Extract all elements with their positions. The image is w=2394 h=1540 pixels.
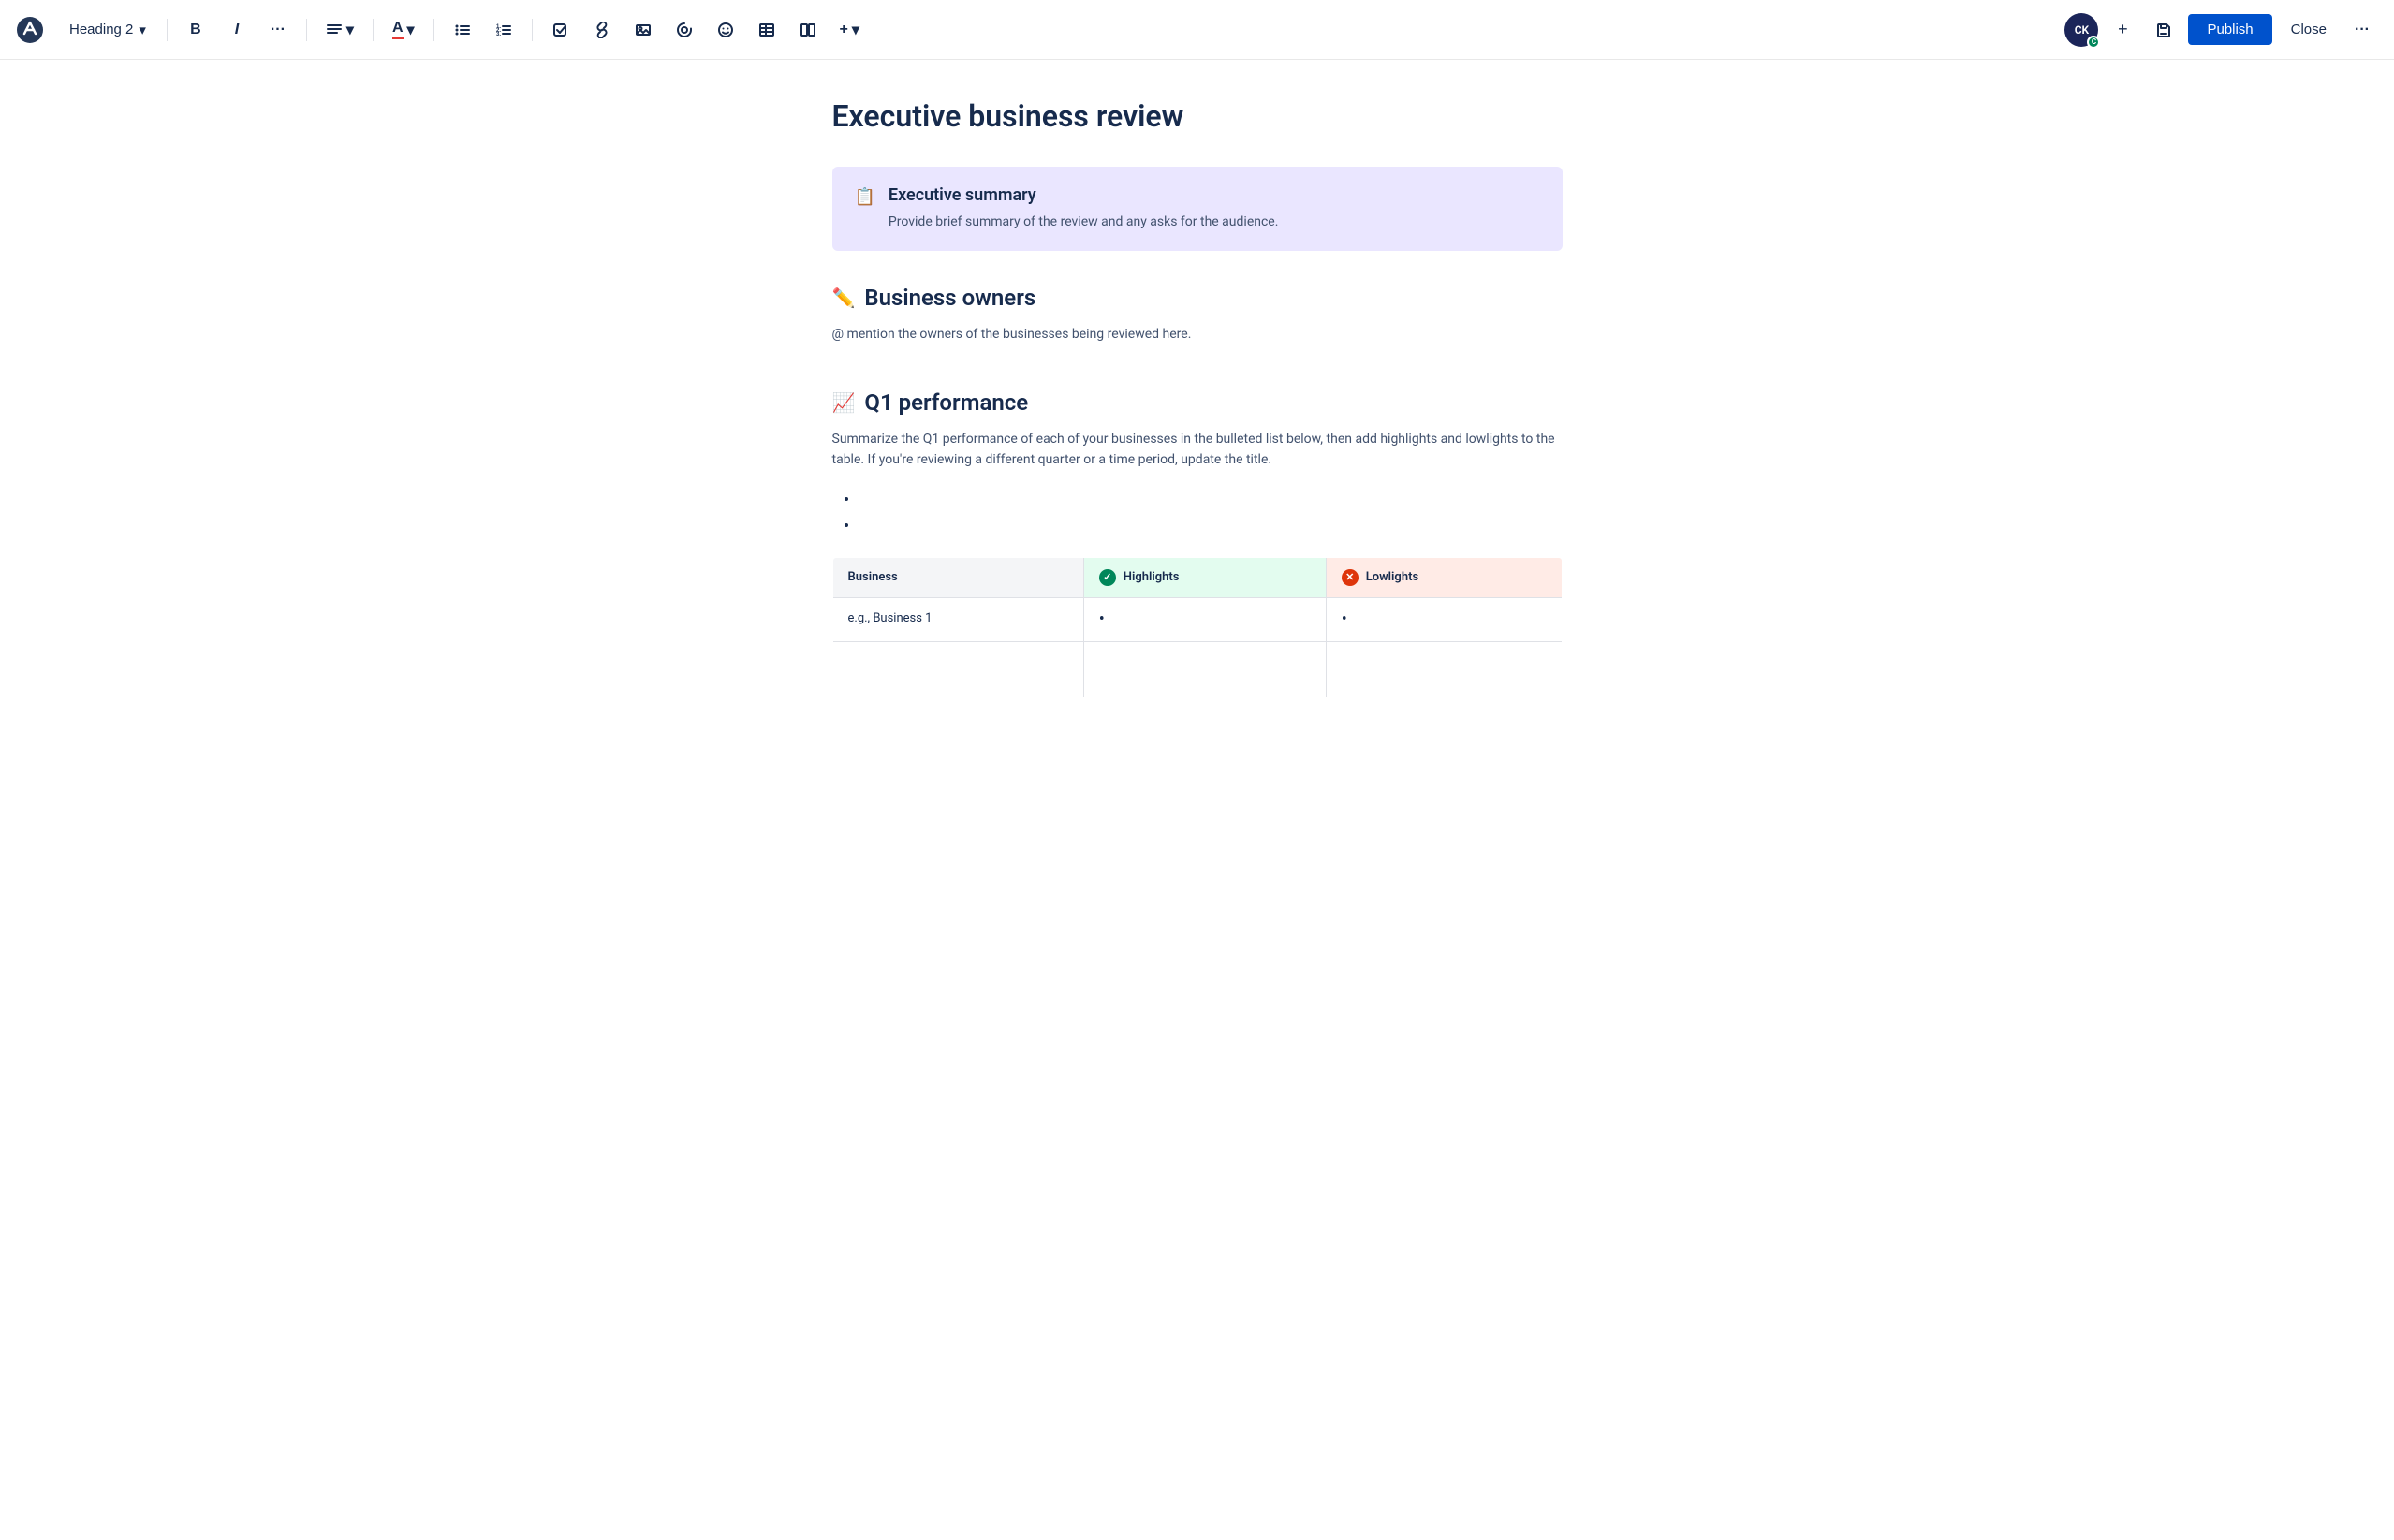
q1-bullet-list	[832, 486, 1563, 538]
add-collaborator-button[interactable]: +	[2106, 13, 2139, 47]
section-q1-performance: 📈 Q1 performance Summarize the Q1 perfor…	[832, 389, 1563, 698]
callout-title[interactable]: Executive summary	[889, 185, 1540, 205]
image-icon	[635, 22, 652, 38]
insert-plus-icon: +	[840, 22, 848, 38]
save-draft-icon	[2155, 22, 2172, 38]
emoji-icon	[717, 22, 734, 38]
th-highlights-label: Highlights	[1124, 570, 1180, 584]
page-title[interactable]: Executive business review	[832, 97, 1563, 137]
table-row: e.g., Business 1	[832, 597, 1562, 641]
td-lowlights-2[interactable]	[1326, 641, 1562, 697]
callout-executive-summary: 📋 Executive summary Provide brief summar…	[832, 167, 1563, 251]
th-business-label: Business	[848, 570, 898, 584]
link-button[interactable]	[585, 13, 619, 47]
more-format-button[interactable]: ···	[261, 13, 295, 47]
highlights-status-icon: ✓	[1099, 569, 1116, 586]
more-format-icon: ···	[271, 22, 286, 38]
add-collaborator-icon: +	[2118, 20, 2128, 39]
text-color-icon: A	[392, 20, 404, 39]
layout-button[interactable]	[791, 13, 825, 47]
td-lowlights-1[interactable]	[1326, 597, 1562, 641]
svg-text:3.: 3.	[496, 32, 501, 37]
more-options-icon: ···	[2355, 22, 2370, 38]
ordered-list-icon: 1. 2. 3.	[495, 22, 512, 38]
bullet-list-icon	[454, 22, 471, 38]
task-list-icon	[552, 22, 569, 38]
insert-chevron-icon: ▾	[852, 21, 859, 39]
mention-button[interactable]	[668, 13, 701, 47]
th-highlights: ✓ Highlights	[1083, 557, 1326, 597]
td-business-1[interactable]: e.g., Business 1	[832, 597, 1083, 641]
business-owners-text[interactable]: @ mention the owners of the businesses b…	[832, 324, 1563, 345]
insert-button[interactable]: + ▾	[832, 13, 867, 47]
business-owners-heading[interactable]: ✏️ Business owners	[832, 285, 1563, 311]
table-header: Business ✓ Highlights ✕ Lowlights	[832, 557, 1562, 597]
divider-1	[167, 19, 168, 41]
more-options-button[interactable]: ···	[2345, 13, 2379, 47]
link-icon	[594, 22, 610, 38]
divider-4	[433, 19, 434, 41]
layout-icon	[800, 22, 816, 38]
avatar[interactable]: CK C	[2064, 13, 2098, 47]
content-area: Executive business review 📋 Executive su…	[776, 60, 1619, 818]
table-row	[832, 641, 1562, 697]
q1-performance-heading[interactable]: 📈 Q1 performance	[832, 389, 1563, 416]
bold-button[interactable]: B	[179, 13, 213, 47]
td-business-2[interactable]	[832, 641, 1083, 697]
publish-button[interactable]: Publish	[2188, 14, 2271, 45]
heading-chevron-icon: ▾	[139, 22, 146, 38]
align-icon	[326, 22, 343, 38]
q1-performance-table: Business ✓ Highlights ✕ Lowlights	[832, 557, 1563, 698]
divider-5	[532, 19, 533, 41]
avatar-initials: CK	[2075, 23, 2089, 37]
lowlights-status-icon: ✕	[1342, 569, 1359, 586]
th-business: Business	[832, 557, 1083, 597]
list-item[interactable]	[859, 512, 1563, 538]
callout-icon: 📋	[855, 187, 875, 207]
align-button[interactable]: ▾	[318, 13, 361, 47]
section-business-owners: ✏️ Business owners @ mention the owners …	[832, 285, 1563, 345]
align-chevron-icon: ▾	[346, 21, 354, 39]
toolbar: Heading 2 ▾ B I ··· ▾ A ▾	[0, 0, 2394, 60]
q1-performance-icon: 📈	[832, 391, 856, 414]
ordered-list-button[interactable]: 1. 2. 3.	[487, 13, 521, 47]
task-list-button[interactable]	[544, 13, 578, 47]
callout-content: Executive summary Provide brief summary …	[889, 185, 1540, 232]
table-icon	[758, 22, 775, 38]
business-owners-icon: ✏️	[832, 286, 856, 309]
divider-3	[373, 19, 374, 41]
close-button[interactable]: Close	[2280, 14, 2338, 45]
th-lowlights-label: Lowlights	[1366, 570, 1418, 584]
toolbar-right: CK C + Publish Close ···	[2064, 13, 2379, 47]
mention-icon	[676, 22, 693, 38]
text-color-chevron-icon: ▾	[407, 21, 415, 39]
text-color-button[interactable]: A ▾	[385, 13, 422, 47]
italic-button[interactable]: I	[220, 13, 254, 47]
table-header-row: Business ✓ Highlights ✕ Lowlights	[832, 557, 1562, 597]
divider-2	[306, 19, 307, 41]
highlight-bullet-1	[1099, 614, 1105, 628]
app-logo[interactable]	[15, 15, 45, 45]
th-lowlights: ✕ Lowlights	[1326, 557, 1562, 597]
q1-performance-text[interactable]: Summarize the Q1 performance of each of …	[832, 429, 1563, 471]
table-button[interactable]	[750, 13, 784, 47]
emoji-button[interactable]	[709, 13, 742, 47]
heading-selector[interactable]: Heading 2 ▾	[60, 16, 155, 44]
image-button[interactable]	[626, 13, 660, 47]
lowlight-bullet-1	[1342, 614, 1347, 628]
td-highlights-2[interactable]	[1083, 641, 1326, 697]
bullet-list-button[interactable]	[446, 13, 479, 47]
avatar-badge: C	[2087, 36, 2100, 49]
heading-selector-label: Heading 2	[69, 22, 133, 37]
td-highlights-1[interactable]	[1083, 597, 1326, 641]
table-body: e.g., Business 1	[832, 597, 1562, 697]
list-item[interactable]	[859, 486, 1563, 512]
callout-text[interactable]: Provide brief summary of the review and …	[889, 213, 1540, 232]
save-draft-button[interactable]	[2147, 13, 2181, 47]
